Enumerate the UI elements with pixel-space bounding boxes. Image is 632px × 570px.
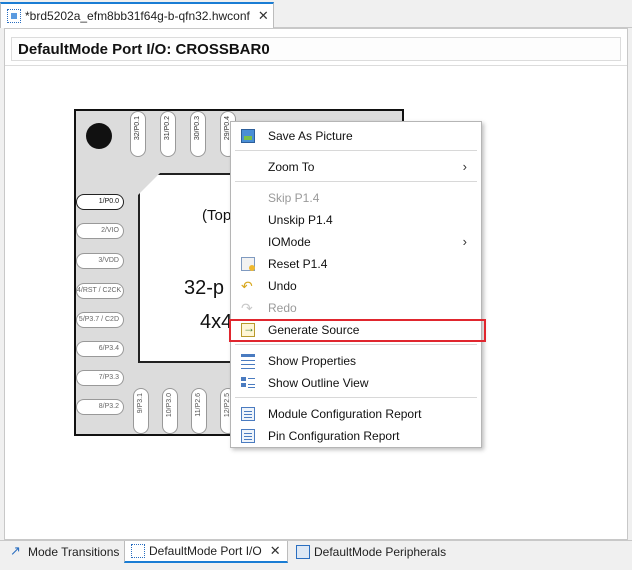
page-title: DefaultMode Port I/O: CROSSBAR0 — [11, 37, 621, 61]
editor-tab-hwconf[interactable]: *brd5202a_efm8bb31f64g-b-qfn32.hwconf ✕ — [0, 2, 274, 28]
pin-left[interactable]: 8/P3.2 — [76, 399, 124, 415]
outline-icon — [241, 376, 255, 390]
close-icon[interactable]: ✕ — [258, 8, 269, 24]
pin-left[interactable]: 5/P3.7 / C2D — [76, 312, 124, 328]
report-icon — [241, 407, 255, 421]
report-icon — [241, 429, 255, 443]
close-icon[interactable]: ✕ — [270, 543, 281, 559]
header-divider — [5, 65, 627, 66]
pin-top[interactable]: 30/P0.3 — [190, 111, 206, 157]
editor-tab-title: *brd5202a_efm8bb31f64g-b-qfn32.hwconf — [25, 9, 250, 23]
editor-tab-strip: *brd5202a_efm8bb31f64g-b-qfn32.hwconf ✕ — [0, 0, 632, 28]
pin-left[interactable]: 4/RST / C2CK — [76, 283, 124, 299]
pin-bottom[interactable]: 11/P2.6 — [191, 388, 207, 434]
pin-bottom[interactable]: 10/P3.0 — [162, 388, 178, 434]
hwconf-file-icon — [7, 9, 21, 23]
tab-mode-transitions[interactable]: Mode Transitions — [4, 541, 124, 563]
menu-item-pin-config-report[interactable]: Pin Configuration Report — [231, 425, 481, 447]
mode-transitions-icon — [10, 543, 24, 559]
menu-separator — [235, 344, 477, 345]
menu-separator — [235, 181, 477, 182]
pin-left[interactable]: 6/P3.4 — [76, 341, 124, 357]
menu-item-reset[interactable]: Reset P1.4 — [231, 253, 481, 275]
menu-item-iomode[interactable]: IOMode › — [231, 231, 481, 253]
pin-bottom[interactable]: 9/P3.1 — [133, 388, 149, 434]
peripherals-icon — [296, 545, 310, 559]
pin-top[interactable]: 31/P0.2 — [160, 111, 176, 157]
menu-item-redo: ↷ Redo — [241, 300, 297, 316]
menu-item-module-config-report[interactable]: Module Configuration Report — [231, 403, 481, 425]
pin-left[interactable]: 2/VIO — [76, 223, 124, 239]
pin-left[interactable]: 3/VDD — [76, 253, 124, 269]
port-io-icon — [131, 544, 145, 558]
undo-icon: ↶ — [241, 278, 253, 294]
menu-item-zoom-to[interactable]: Zoom To › — [231, 156, 481, 178]
menu-item-show-outline-view[interactable]: Show Outline View — [231, 372, 481, 394]
menu-item-undo[interactable]: ↶ Undo — [231, 275, 481, 297]
menu-item-save-as-picture[interactable]: Save As Picture — [231, 125, 481, 147]
context-menu: Save As Picture Zoom To › Skip P1.4 Unsk… — [230, 121, 482, 448]
pin-left[interactable]: 1/P0.0 — [76, 194, 124, 210]
bottom-tab-bar: Mode Transitions DefaultMode Port I/O ✕ … — [0, 540, 632, 570]
menu-separator — [235, 150, 477, 151]
properties-icon — [241, 354, 255, 368]
chip-size-label: 4x4 — [200, 311, 233, 333]
picture-icon — [241, 129, 255, 143]
chip-top-label: (Top — [202, 207, 232, 224]
chevron-right-icon: › — [462, 159, 467, 174]
chip-package-label: 32-p — [184, 277, 225, 299]
pin1-marker — [86, 123, 112, 149]
menu-item-show-properties[interactable]: Show Properties — [231, 350, 481, 372]
app-window: *brd5202a_efm8bb31f64g-b-qfn32.hwconf ✕ … — [0, 0, 632, 570]
reset-icon — [241, 257, 255, 271]
chevron-right-icon: › — [462, 234, 467, 249]
redo-icon: ↷ — [241, 300, 253, 316]
menu-separator — [235, 397, 477, 398]
tab-port-io[interactable]: DefaultMode Port I/O ✕ — [124, 541, 288, 563]
pin-top[interactable]: 32/P0.1 — [130, 111, 146, 157]
tab-peripherals[interactable]: DefaultMode Peripherals — [290, 541, 450, 563]
generate-source-highlight-box — [229, 319, 486, 342]
menu-item-skip: Skip P1.4 — [268, 191, 320, 205]
pin-left[interactable]: 7/P3.3 — [76, 370, 124, 386]
menu-item-unskip[interactable]: Unskip P1.4 — [231, 209, 481, 231]
